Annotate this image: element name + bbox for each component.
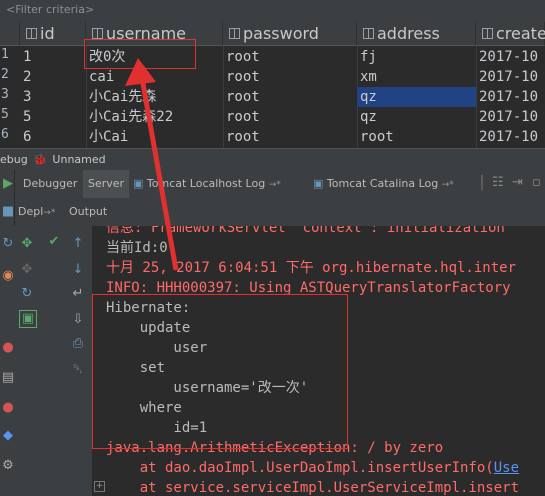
arrow-shaft xyxy=(139,77,179,271)
arrow-head xyxy=(125,58,156,86)
annotation-arrow xyxy=(125,58,179,271)
